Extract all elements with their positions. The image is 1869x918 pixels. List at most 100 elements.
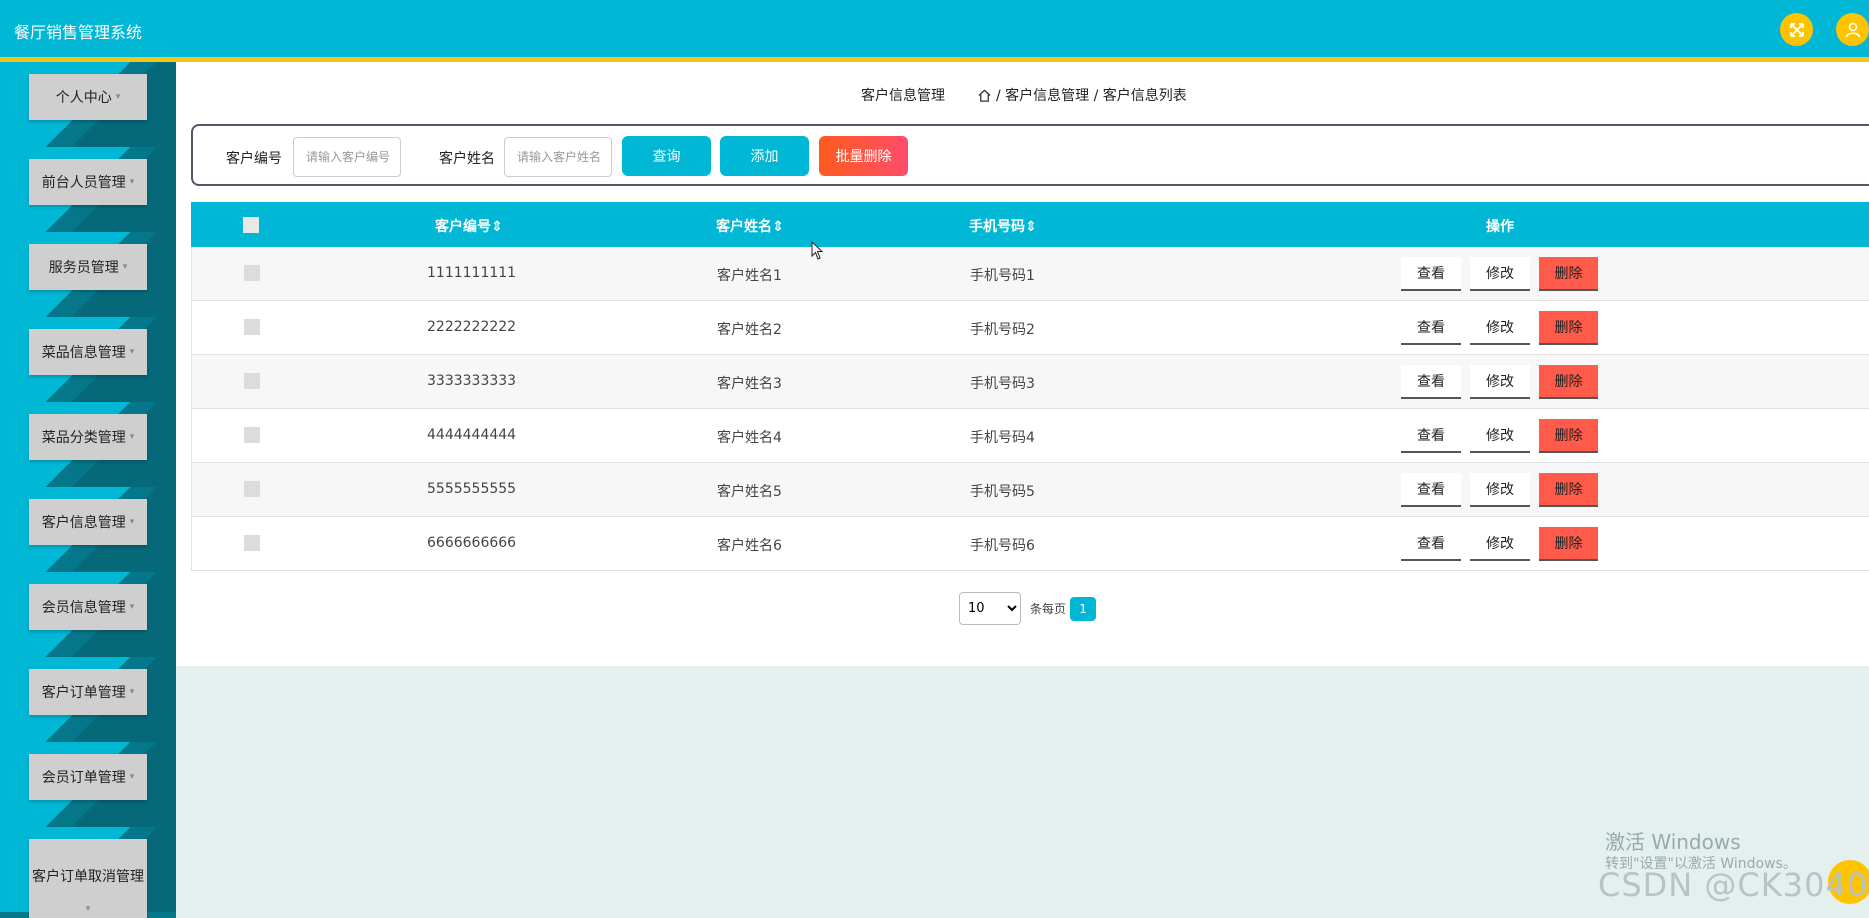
view-button[interactable]: 查看 xyxy=(1401,311,1461,345)
delete-button[interactable]: 删除 xyxy=(1539,419,1598,453)
table-header: 客户编号⇕ 客户姓名⇕ 手机号码⇕ 操作 xyxy=(191,202,1869,247)
view-button[interactable]: 查看 xyxy=(1401,419,1461,453)
row-checkbox[interactable] xyxy=(244,427,260,443)
chevron-down-icon: ▾ xyxy=(129,432,135,442)
customer-name-cell: 客户姓名4 xyxy=(717,430,782,446)
table-row: 5555555555 客户姓名5 手机号码5 查看 修改 删除 xyxy=(191,463,1869,517)
page-size-select[interactable]: 10 xyxy=(959,592,1021,625)
edit-button[interactable]: 修改 xyxy=(1470,365,1530,399)
delete-button[interactable]: 删除 xyxy=(1539,473,1598,507)
chevron-down-icon: ▾ xyxy=(129,772,135,782)
view-button[interactable]: 查看 xyxy=(1401,473,1461,507)
sidebar-item-label: 前台人员管理 xyxy=(41,175,126,191)
user-icon[interactable] xyxy=(1836,13,1869,46)
sidebar-item-dish-category[interactable]: 菜品分类管理 ▾ xyxy=(29,414,147,460)
breadcrumb: 客户信息管理 / 客户信息管理 / 客户信息列表 xyxy=(861,85,1187,105)
search-form: 客户编号 客户姓名 查询 添加 批量删除 xyxy=(191,124,1869,186)
sidebar-item-label: 客户信息管理 xyxy=(41,515,126,531)
view-button[interactable]: 查看 xyxy=(1401,365,1461,399)
customer-name-cell: 客户姓名3 xyxy=(717,376,782,392)
windows-activation-title: 激活 Windows xyxy=(1605,830,1741,854)
customer-table: 客户编号⇕ 客户姓名⇕ 手机号码⇕ 操作 1111111111 客户姓名1 手机… xyxy=(191,202,1869,571)
table-row: 4444444444 客户姓名4 手机号码4 查看 修改 删除 xyxy=(191,409,1869,463)
fullscreen-icon[interactable] xyxy=(1780,13,1813,46)
row-checkbox[interactable] xyxy=(244,319,260,335)
app-title: 餐厅销售管理系统 xyxy=(14,23,143,42)
home-icon[interactable] xyxy=(977,88,992,103)
sort-icon: ⇕ xyxy=(1025,219,1037,235)
edit-button[interactable]: 修改 xyxy=(1470,419,1530,453)
edit-button[interactable]: 修改 xyxy=(1470,527,1530,561)
csdn-watermark: CSDN @CK3040 xyxy=(1598,866,1869,904)
sidebar-item-label: 个人中心 xyxy=(55,90,112,106)
select-all-checkbox[interactable] xyxy=(243,217,259,233)
batch-delete-button[interactable]: 批量删除 xyxy=(819,136,908,176)
column-header-customer-no[interactable]: 客户编号⇕ xyxy=(435,216,503,236)
sidebar-item-dish-info[interactable]: 菜品信息管理 ▾ xyxy=(29,329,147,375)
chevron-down-icon: ▾ xyxy=(129,517,135,527)
view-button[interactable]: 查看 xyxy=(1401,527,1461,561)
customer-name-cell: 客户姓名6 xyxy=(717,538,782,554)
phone-cell: 手机号码4 xyxy=(970,430,1035,446)
table-row: 3333333333 客户姓名3 手机号码3 查看 修改 删除 xyxy=(191,355,1869,409)
sidebar-item-front-staff[interactable]: 前台人员管理 ▾ xyxy=(29,159,147,205)
column-header-label: 客户姓名 xyxy=(716,219,772,235)
phone-cell: 手机号码2 xyxy=(970,322,1035,338)
sidebar-item-label: 菜品分类管理 xyxy=(41,430,126,446)
phone-cell: 手机号码6 xyxy=(970,538,1035,554)
chevron-down-icon: ▾ xyxy=(129,687,135,697)
column-header-label: 手机号码 xyxy=(969,219,1025,235)
breadcrumb-path[interactable]: / 客户信息管理 / 客户信息列表 xyxy=(996,85,1187,105)
column-header-phone[interactable]: 手机号码⇕ xyxy=(969,216,1037,236)
row-checkbox[interactable] xyxy=(244,481,260,497)
phone-cell: 手机号码5 xyxy=(970,484,1035,500)
customer-name-cell: 客户姓名1 xyxy=(717,268,782,284)
customer-no-cell: 6666666666 xyxy=(427,535,517,551)
customer-no-input[interactable] xyxy=(293,137,401,177)
table-row: 2222222222 客户姓名2 手机号码2 查看 修改 删除 xyxy=(191,301,1869,355)
sidebar-item-label: 服务员管理 xyxy=(48,260,119,276)
customer-no-cell: 2222222222 xyxy=(427,319,517,335)
sidebar-item-label: 会员订单管理 xyxy=(41,770,126,786)
customer-no-cell: 3333333333 xyxy=(427,373,517,389)
sidebar-item-member-order[interactable]: 会员订单管理 ▾ xyxy=(29,754,147,800)
delete-button[interactable]: 删除 xyxy=(1539,365,1598,399)
column-header-actions: 操作 xyxy=(1486,219,1514,235)
sort-icon: ⇕ xyxy=(772,219,784,235)
page-button[interactable]: 1 xyxy=(1070,596,1097,621)
table-row: 6666666666 客户姓名6 手机号码6 查看 修改 删除 xyxy=(191,517,1869,571)
customer-no-cell: 1111111111 xyxy=(427,265,517,281)
add-button[interactable]: 添加 xyxy=(720,136,809,176)
page-title: 客户信息管理 xyxy=(861,88,945,104)
customer-no-label: 客户编号 xyxy=(226,151,282,167)
sidebar-item-label: 客户订单取消管理 xyxy=(32,869,144,885)
column-header-customer-name[interactable]: 客户姓名⇕ xyxy=(716,216,784,236)
view-button[interactable]: 查看 xyxy=(1401,257,1461,291)
sidebar-item-member-info[interactable]: 会员信息管理 ▾ xyxy=(29,584,147,630)
sidebar-item-customer-info[interactable]: 客户信息管理 ▾ xyxy=(29,499,147,545)
sidebar-item-customer-order[interactable]: 客户订单管理 ▾ xyxy=(29,669,147,715)
table-row: 1111111111 客户姓名1 手机号码1 查看 修改 删除 xyxy=(191,247,1869,301)
edit-button[interactable]: 修改 xyxy=(1470,257,1530,291)
sidebar-item-customer-order-cancel[interactable]: 客户订单取消管理 ▾ xyxy=(29,839,147,918)
customer-no-cell: 4444444444 xyxy=(427,427,517,443)
sidebar-item-label: 菜品信息管理 xyxy=(41,345,126,361)
query-button[interactable]: 查询 xyxy=(622,136,711,176)
sidebar-item-waiter[interactable]: 服务员管理 ▾ xyxy=(29,244,147,290)
delete-button[interactable]: 删除 xyxy=(1539,527,1598,561)
row-checkbox[interactable] xyxy=(244,265,260,281)
sidebar-item-personal-center[interactable]: 个人中心 ▾ xyxy=(29,74,147,120)
sort-icon: ⇕ xyxy=(491,219,503,235)
chevron-down-icon: ▾ xyxy=(115,92,121,102)
chevron-down-icon: ▾ xyxy=(129,347,135,357)
customer-name-cell: 客户姓名2 xyxy=(717,322,782,338)
edit-button[interactable]: 修改 xyxy=(1470,311,1530,345)
delete-button[interactable]: 删除 xyxy=(1539,257,1598,291)
delete-button[interactable]: 删除 xyxy=(1539,311,1598,345)
mouse-cursor-icon xyxy=(811,241,824,260)
row-checkbox[interactable] xyxy=(244,373,260,389)
edit-button[interactable]: 修改 xyxy=(1470,473,1530,507)
pagination: 10 条每页 1 xyxy=(959,592,1097,625)
customer-name-input[interactable] xyxy=(504,137,612,177)
row-checkbox[interactable] xyxy=(244,535,260,551)
